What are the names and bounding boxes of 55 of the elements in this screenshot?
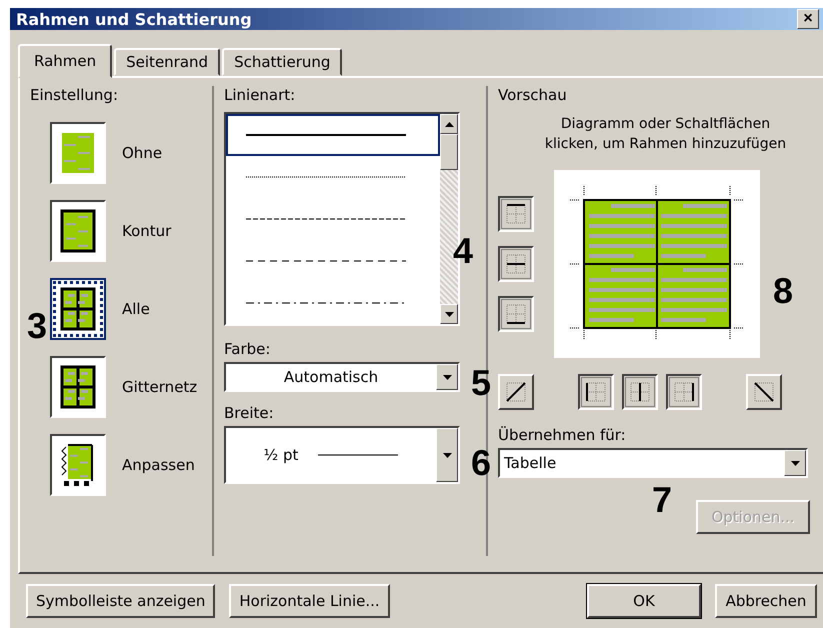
border-toggle-button[interactable] xyxy=(498,296,534,332)
dropdown-arrow-icon xyxy=(444,312,454,316)
apply-to-label: Übernehmen für: xyxy=(498,426,627,444)
close-button[interactable]: × xyxy=(797,9,819,29)
setting-label: Anpassen xyxy=(122,456,195,474)
callout-number: 5 xyxy=(471,365,492,401)
setting-label: Ohne xyxy=(122,144,162,162)
window-title: Rahmen und Schattierung xyxy=(16,10,252,28)
setting-button[interactable] xyxy=(50,122,106,184)
callout-number: 3 xyxy=(27,308,48,344)
preview-hint: Diagramm oder Schaltflächen klicken, um Rahmen hinzuzufügen xyxy=(544,115,788,154)
border-toggle-button[interactable] xyxy=(622,374,658,410)
color-dropdown[interactable]: Automatisch xyxy=(224,362,460,392)
apply-to-dropdown[interactable]: Tabelle xyxy=(498,448,808,478)
footer-button[interactable]: Symbolleiste anzeigen xyxy=(26,584,216,618)
width-value: ½ pt xyxy=(264,446,298,464)
setting-label: Gitternetz xyxy=(122,378,198,396)
border-toggle-button[interactable] xyxy=(498,196,534,232)
all-setting-icon xyxy=(58,285,98,333)
callout-number: 6 xyxy=(471,445,492,481)
scroll-thumb[interactable] xyxy=(440,134,458,170)
border-toggle-button[interactable] xyxy=(498,246,534,282)
callout-number: 7 xyxy=(652,482,672,518)
settings-label: Einstellung: xyxy=(30,86,120,104)
callout-number: 8 xyxy=(773,273,794,309)
width-label: Breite: xyxy=(224,404,275,422)
footer-button[interactable]: Horizontale Linie... xyxy=(229,584,390,618)
setting-label: Alle xyxy=(122,300,150,318)
dropdown-arrow-icon xyxy=(790,460,800,466)
dropdown-arrow-icon xyxy=(442,452,452,458)
setting-label: Kontur xyxy=(122,222,172,240)
border-toggle-button[interactable] xyxy=(666,374,702,410)
setting-button[interactable] xyxy=(50,356,106,418)
border-preview-diagram[interactable] xyxy=(554,170,760,358)
tab[interactable]: Schattierung xyxy=(222,48,342,76)
line-style-item[interactable] xyxy=(226,114,440,156)
scroll-up-icon xyxy=(444,122,454,126)
color-value: Automatisch xyxy=(282,367,380,388)
grid-setting-icon xyxy=(58,363,98,411)
dropdown-arrow-icon xyxy=(442,374,452,380)
cancel-button[interactable]: Abbrechen xyxy=(715,584,817,618)
line-style-label: Linienart: xyxy=(224,86,296,104)
border-toggle-button[interactable] xyxy=(578,374,614,410)
box-setting-icon xyxy=(58,207,98,255)
preview-label: Vorschau xyxy=(498,86,568,104)
setting-button[interactable] xyxy=(50,200,106,262)
width-dropdown[interactable]: ½ pt xyxy=(224,426,460,484)
callout-number: 4 xyxy=(453,233,474,269)
ok-button[interactable]: OK xyxy=(587,584,701,618)
setting-button[interactable] xyxy=(50,434,106,496)
setting-button[interactable] xyxy=(50,278,106,340)
tab[interactable]: Rahmen xyxy=(18,44,112,78)
color-label: Farbe: xyxy=(224,340,272,358)
apply-to-value: Tabelle xyxy=(503,453,558,474)
tab[interactable]: Seitenrand xyxy=(114,48,220,76)
